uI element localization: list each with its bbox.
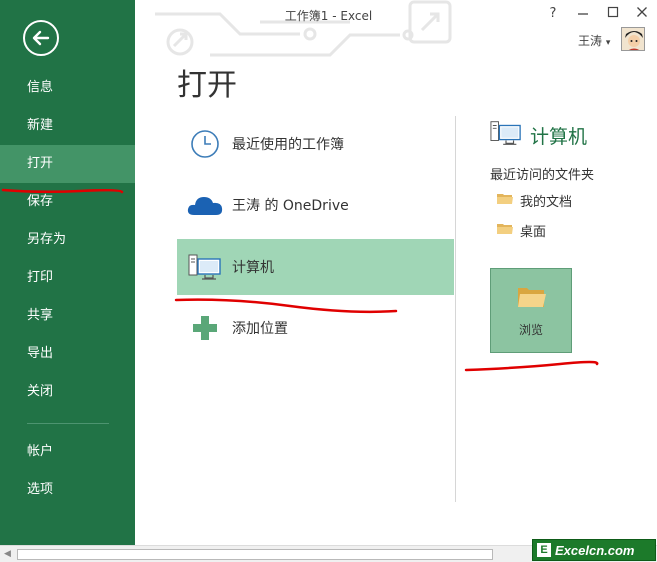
location-recent-workbooks[interactable]: 最近使用的工作簿: [177, 116, 454, 172]
close-icon: [637, 7, 647, 17]
sidebar-item-new[interactable]: 新建: [0, 107, 135, 145]
watermark-logo: E: [537, 543, 551, 557]
sidebar-item-export[interactable]: 导出: [0, 335, 135, 373]
back-button[interactable]: [23, 20, 59, 56]
location-add-place[interactable]: 添加位置: [177, 300, 454, 356]
avatar-image: [622, 28, 644, 50]
arrow-left-icon: [32, 30, 50, 46]
chevron-down-icon: ▾: [605, 38, 611, 48]
underline-browse: [464, 360, 599, 372]
page-title: 打开: [177, 68, 237, 103]
computer-icon: [183, 252, 227, 282]
scroll-left-icon[interactable]: ◀: [4, 549, 11, 559]
right-panel-title: 计算机: [490, 118, 587, 152]
minimize-icon: [578, 13, 588, 15]
user-account-menu[interactable]: 王涛 ▾: [578, 32, 610, 49]
location-label: 添加位置: [232, 321, 288, 337]
folder-label: 我的文档: [520, 195, 573, 210]
maximize-button[interactable]: [604, 6, 622, 22]
sidebar-item-print[interactable]: 打印: [0, 259, 135, 297]
location-label: 最近使用的工作簿: [232, 137, 344, 153]
browse-button[interactable]: 浏览: [490, 268, 572, 353]
sidebar-item-share[interactable]: 共享: [0, 297, 135, 335]
sidebar-item-save-as[interactable]: 另存为: [0, 221, 135, 259]
sidebar-item-open[interactable]: 打开: [0, 145, 135, 183]
browse-label: 浏览: [518, 323, 543, 337]
minimize-button[interactable]: [574, 6, 592, 22]
right-panel-heading: 计算机: [530, 125, 588, 148]
sidebar-nav-bottom: 帐户 选项: [0, 433, 135, 509]
location-onedrive[interactable]: 王涛 的 OneDrive: [177, 177, 454, 233]
clock-icon: [183, 128, 227, 160]
watermark-text: Excelcn.com: [555, 542, 635, 558]
backstage-sidebar: 信息 新建 打开 保存 另存为 打印 共享 导出 关闭 帐户 选项: [0, 0, 135, 545]
help-button[interactable]: ?: [544, 6, 562, 21]
computer-icon: [490, 118, 522, 152]
recent-folder-my-documents[interactable]: 我的文档: [497, 191, 572, 210]
folder-icon: [497, 222, 513, 239]
sidebar-nav: 信息 新建 打开 保存 另存为 打印 共享 导出 关闭: [0, 69, 135, 411]
sidebar-item-account[interactable]: 帐户: [0, 433, 135, 471]
close-button[interactable]: [633, 6, 651, 22]
site-watermark: E Excelcn.com: [532, 539, 656, 561]
user-name: 王涛: [578, 34, 603, 48]
recent-folder-desktop[interactable]: 桌面: [497, 221, 546, 240]
sidebar-item-close[interactable]: 关闭: [0, 373, 135, 411]
sidebar-divider: [27, 423, 109, 424]
avatar[interactable]: [621, 27, 645, 51]
window-title: 工作簿1 - Excel: [284, 9, 373, 23]
panel-divider: [455, 116, 456, 502]
location-label: 王涛 的 OneDrive: [232, 198, 349, 214]
folder-open-icon: [517, 285, 547, 313]
sidebar-item-info[interactable]: 信息: [0, 69, 135, 107]
plus-icon: [183, 314, 227, 342]
cloud-icon: [183, 193, 227, 217]
scrollbar-thumb[interactable]: [17, 549, 493, 560]
recent-folders-heading: 最近访问的文件夹: [490, 168, 595, 183]
sidebar-item-save[interactable]: 保存: [0, 183, 135, 221]
location-computer[interactable]: 计算机: [177, 239, 454, 295]
sidebar-item-options[interactable]: 选项: [0, 471, 135, 509]
location-label: 计算机: [232, 260, 274, 276]
folder-label: 桌面: [520, 225, 547, 240]
folder-icon: [497, 192, 513, 209]
title-bar: 工作簿1 - Excel ? 王涛 ▾: [135, 0, 657, 51]
maximize-icon: [607, 6, 619, 18]
